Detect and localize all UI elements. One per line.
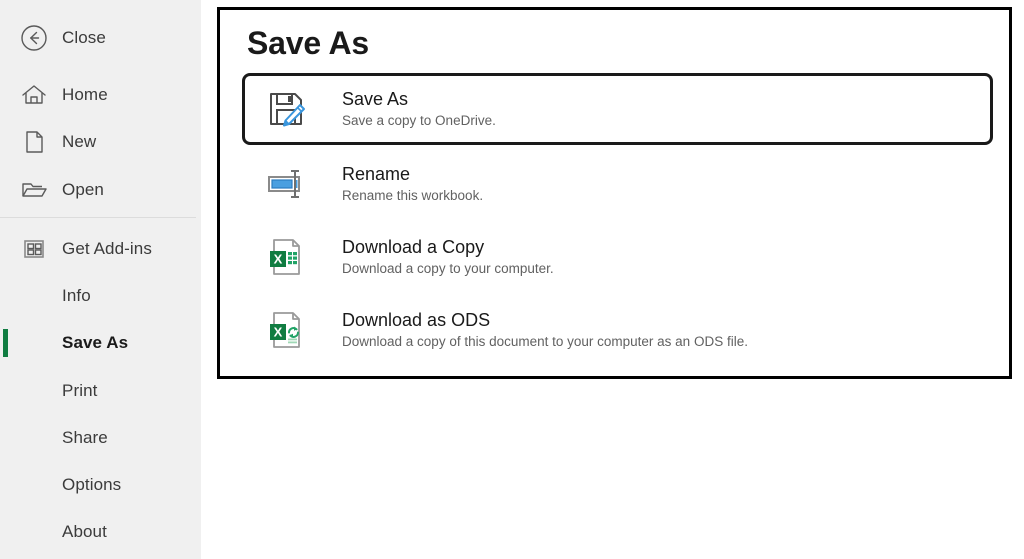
option-subtitle: Rename this workbook. <box>342 186 483 205</box>
sidebar-item-get-add-ins[interactable]: Get Add-ins <box>0 225 201 272</box>
svg-text:X: X <box>274 325 283 340</box>
option-rename[interactable]: Rename Rename this workbook. <box>242 148 993 220</box>
sidebar-item-share[interactable]: Share <box>0 414 201 461</box>
sidebar-item-new[interactable]: New <box>0 118 201 165</box>
sidebar-item-options[interactable]: Options <box>0 461 201 508</box>
option-text-block: Rename Rename this workbook. <box>342 163 483 205</box>
option-save-as[interactable]: Save As Save a copy to OneDrive. <box>242 73 993 145</box>
back-arrow-icon <box>17 21 51 55</box>
sidebar-item-close[interactable]: Close <box>0 14 201 61</box>
sidebar-item-label: Info <box>62 286 91 306</box>
sidebar-item-print[interactable]: Print <box>0 367 201 414</box>
sidebar-item-info[interactable]: Info <box>0 272 201 319</box>
sidebar-item-label: Share <box>62 428 108 448</box>
sidebar-divider <box>0 217 196 218</box>
sidebar-item-save-as[interactable]: Save As <box>0 319 201 366</box>
sidebar-item-label: New <box>62 132 96 152</box>
page-title: Save As <box>247 25 369 62</box>
sidebar-selection-indicator <box>3 329 8 357</box>
option-download-as-ods[interactable]: X Download as ODS Download a copy of thi… <box>242 294 993 366</box>
backstage-sidebar: Close Home New Open <box>0 0 201 559</box>
save-as-panel: Save As Save As Save a copy to OneDrive. <box>217 7 1012 379</box>
open-folder-icon <box>17 173 51 207</box>
svg-text:X: X <box>274 252 283 267</box>
option-subtitle: Download a copy of this document to your… <box>342 332 748 351</box>
sidebar-item-label: Save As <box>62 333 128 353</box>
option-title: Download a Copy <box>342 236 554 258</box>
option-subtitle: Download a copy to your computer. <box>342 259 554 278</box>
option-title: Save As <box>342 88 496 110</box>
option-text-block: Download a Copy Download a copy to your … <box>342 236 554 278</box>
option-title: Rename <box>342 163 483 185</box>
option-download-a-copy[interactable]: X Download a Copy Download a copy to you… <box>242 221 993 293</box>
option-text-block: Save As Save a copy to OneDrive. <box>342 88 496 130</box>
sidebar-item-open[interactable]: Open <box>0 166 201 213</box>
save-as-floppy-pencil-icon <box>264 87 308 131</box>
sidebar-item-label: About <box>62 522 107 542</box>
sidebar-item-label: Home <box>62 85 108 105</box>
sidebar-item-label: Open <box>62 180 104 200</box>
sidebar-item-label: Options <box>62 475 121 495</box>
new-document-icon <box>17 125 51 159</box>
rename-textfield-cursor-icon <box>264 162 308 206</box>
sidebar-item-home[interactable]: Home <box>0 71 201 118</box>
sidebar-item-about[interactable]: About <box>0 508 201 555</box>
option-subtitle: Save a copy to OneDrive. <box>342 111 496 130</box>
excel-file-icon: X <box>264 235 308 279</box>
excel-file-convert-icon: X <box>264 308 308 352</box>
sidebar-item-label: Print <box>62 381 97 401</box>
option-text-block: Download as ODS Download a copy of this … <box>342 309 748 351</box>
sidebar-item-label: Get Add-ins <box>62 239 152 259</box>
sidebar-item-label: Close <box>62 28 106 48</box>
home-icon <box>17 78 51 112</box>
addins-grid-icon <box>17 232 51 266</box>
option-title: Download as ODS <box>342 309 748 331</box>
